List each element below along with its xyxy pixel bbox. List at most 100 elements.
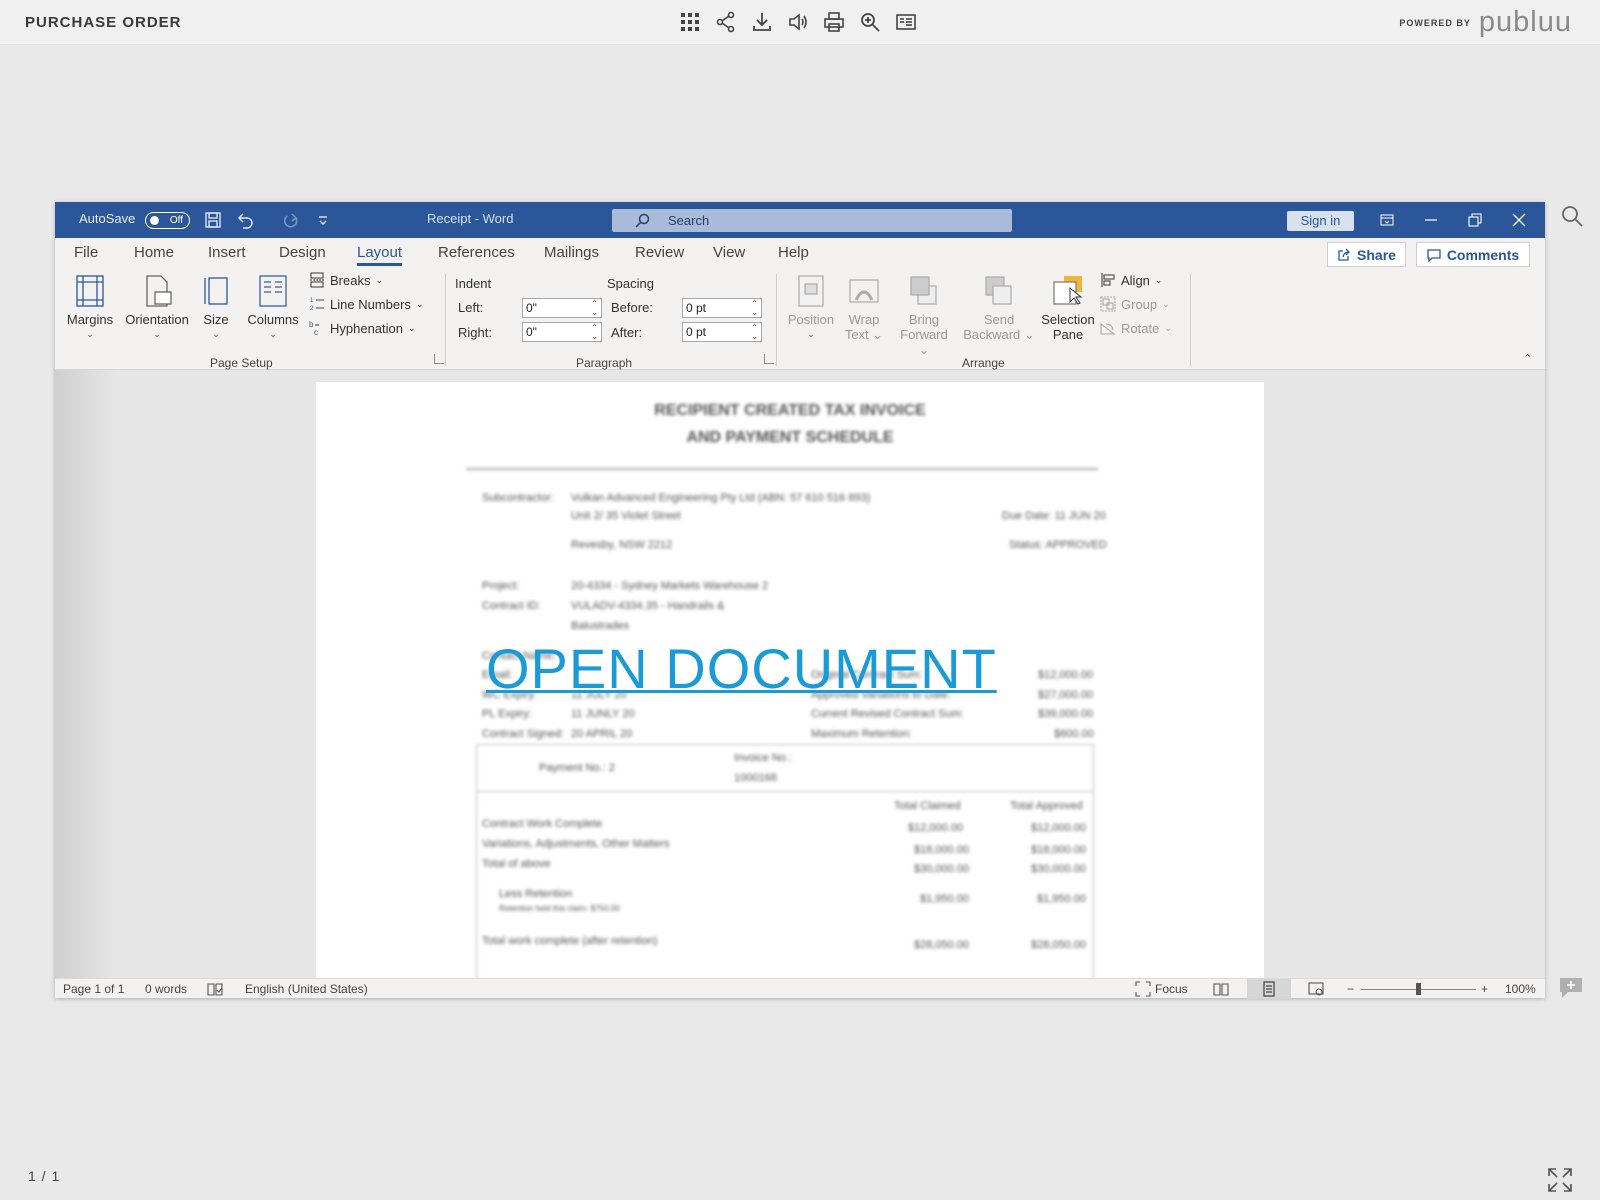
zoom-in-button[interactable]: + xyxy=(1481,982,1488,996)
tab-view[interactable]: View xyxy=(713,244,745,261)
breaks-label: Breaks xyxy=(330,272,371,288)
language-indicator[interactable]: English (United States) xyxy=(245,982,368,996)
tab-insert[interactable]: Insert xyxy=(208,244,246,261)
tab-file[interactable]: File xyxy=(74,244,98,261)
selection-pane-button[interactable]: Selection Pane xyxy=(1035,274,1101,342)
download-icon[interactable] xyxy=(748,8,776,36)
align-button[interactable]: Align ⌄ xyxy=(1100,272,1162,288)
position-icon xyxy=(798,275,824,307)
size-icon xyxy=(204,277,228,305)
tab-layout[interactable]: Layout xyxy=(357,244,403,266)
powered-by-label: POWERED BY xyxy=(1399,17,1471,28)
position-button[interactable]: Position ⌄ xyxy=(785,274,837,340)
zoom-slider-thumb[interactable] xyxy=(1416,983,1421,995)
restore-icon[interactable] xyxy=(1461,208,1489,232)
arrange-group-label: Arrange xyxy=(962,356,1005,370)
tab-review[interactable]: Review xyxy=(635,244,684,261)
brand-logo: publuu xyxy=(1478,6,1572,38)
line-numbers-label: Line Numbers xyxy=(330,296,411,312)
focus-icon xyxy=(1135,981,1151,997)
save-icon[interactable] xyxy=(203,210,223,230)
document-name: Receipt - Word xyxy=(427,211,514,226)
read-mode-icon[interactable] xyxy=(1213,981,1229,997)
spacing-before-input[interactable]: 0 pt ⌃ ⌄ xyxy=(682,298,762,318)
size-button[interactable]: Size ⌄ xyxy=(201,274,231,340)
redo-icon[interactable] xyxy=(281,210,301,230)
powered-by[interactable]: POWERED BY publuu xyxy=(1399,6,1572,39)
svg-text:2: 2 xyxy=(310,306,314,312)
align-icon xyxy=(1101,273,1115,287)
fullscreen-icon[interactable] xyxy=(1546,1166,1574,1194)
web-layout-icon[interactable] xyxy=(1308,981,1324,997)
print-icon[interactable] xyxy=(820,8,848,36)
indent-left-label: Left: xyxy=(458,300,484,315)
word-count[interactable]: 0 words xyxy=(145,982,187,996)
svg-text:c: c xyxy=(314,328,318,336)
autosave-toggle[interactable]: Off xyxy=(145,212,190,229)
page-indicator[interactable]: Page 1 of 1 xyxy=(63,982,124,996)
share-button[interactable]: Share xyxy=(1327,242,1406,267)
group-divider xyxy=(776,274,777,366)
toc-icon[interactable] xyxy=(892,8,920,36)
hyphenation-label: Hyphenation xyxy=(330,320,403,336)
zoom-icon[interactable] xyxy=(856,8,884,36)
tab-home[interactable]: Home xyxy=(134,244,174,261)
breaks-button[interactable]: Breaks ⌄ xyxy=(309,272,383,288)
indent-left-input[interactable]: 0" ⌃ ⌄ xyxy=(522,298,602,318)
undo-icon[interactable] xyxy=(235,210,255,230)
bring-forward-button[interactable]: Bring Forward ⌄ xyxy=(893,274,955,358)
send-backward-button[interactable]: Send Backward ⌄ xyxy=(963,274,1035,343)
tab-mailings[interactable]: Mailings xyxy=(544,244,599,261)
word-search-box[interactable]: Search xyxy=(612,209,1012,232)
tab-help[interactable]: Help xyxy=(778,244,809,261)
add-note-icon[interactable] xyxy=(1558,976,1586,1000)
sign-in-button[interactable]: Sign in xyxy=(1287,211,1354,231)
svg-text:1: 1 xyxy=(310,298,314,304)
orientation-button[interactable]: Orientation ⌄ xyxy=(121,274,193,340)
collapse-ribbon-icon[interactable]: ⌃ xyxy=(1523,352,1532,365)
tab-design[interactable]: Design xyxy=(279,244,326,261)
hyphenation-icon: bc xyxy=(309,320,319,336)
breaks-icon xyxy=(310,272,324,288)
indent-right-input[interactable]: 0" ⌃ ⌄ xyxy=(522,322,602,342)
columns-icon xyxy=(259,275,287,307)
focus-mode[interactable]: Focus xyxy=(1155,982,1188,996)
zoom-level[interactable]: 100% xyxy=(1505,982,1536,996)
paragraph-launcher[interactable] xyxy=(764,354,774,364)
selection-pane-label: Selection xyxy=(1041,312,1095,327)
share-icon xyxy=(1338,248,1350,261)
hyphenation-button[interactable]: bc Hyphenation ⌄ xyxy=(309,320,416,336)
customize-qat-icon[interactable] xyxy=(313,210,333,230)
columns-button[interactable]: Columns ⌄ xyxy=(245,274,301,340)
wrap-text-label: Wrap xyxy=(848,312,880,327)
tab-references[interactable]: References xyxy=(438,244,515,261)
grid-icon[interactable] xyxy=(676,8,704,36)
margins-icon xyxy=(76,275,104,307)
open-document-link[interactable]: OPEN DOCUMENT xyxy=(486,636,997,701)
zoom-out-button[interactable]: − xyxy=(1347,982,1354,996)
ribbon-tabs: File Home Insert Design Layout Reference… xyxy=(55,238,1545,268)
search-icon[interactable] xyxy=(1558,202,1586,230)
page-setup-launcher[interactable] xyxy=(434,354,444,364)
send-backward-label: Send xyxy=(983,312,1015,327)
group-icon xyxy=(1100,296,1116,312)
wrap-text-button[interactable]: Wrap Text ⌄ xyxy=(843,274,885,343)
ribbon-display-icon[interactable] xyxy=(1373,208,1401,232)
size-label: Size xyxy=(203,312,229,327)
minimize-icon[interactable] xyxy=(1417,208,1445,232)
spacing-after-input[interactable]: 0 pt ⌃ ⌄ xyxy=(682,322,762,342)
print-layout-icon[interactable] xyxy=(1261,981,1277,997)
invoice-title: RECIPIENT CREATED TAX INVOICE xyxy=(654,402,926,419)
line-numbers-button[interactable]: 12 Line Numbers ⌄ xyxy=(309,296,423,313)
selection-pane-icon xyxy=(1053,276,1083,305)
group-button[interactable]: Group ⌄ xyxy=(1100,296,1170,312)
rotate-button[interactable]: Rotate ⌄ xyxy=(1100,320,1172,336)
margins-button[interactable]: Margins ⌄ xyxy=(65,274,115,340)
proofing-icon[interactable] xyxy=(207,981,223,997)
comments-button[interactable]: Comments xyxy=(1416,242,1530,267)
comment-icon xyxy=(1427,248,1441,262)
close-icon[interactable] xyxy=(1505,208,1533,232)
share-icon[interactable] xyxy=(712,8,740,36)
wrap-text-icon xyxy=(849,279,879,303)
sound-icon[interactable] xyxy=(784,8,812,36)
